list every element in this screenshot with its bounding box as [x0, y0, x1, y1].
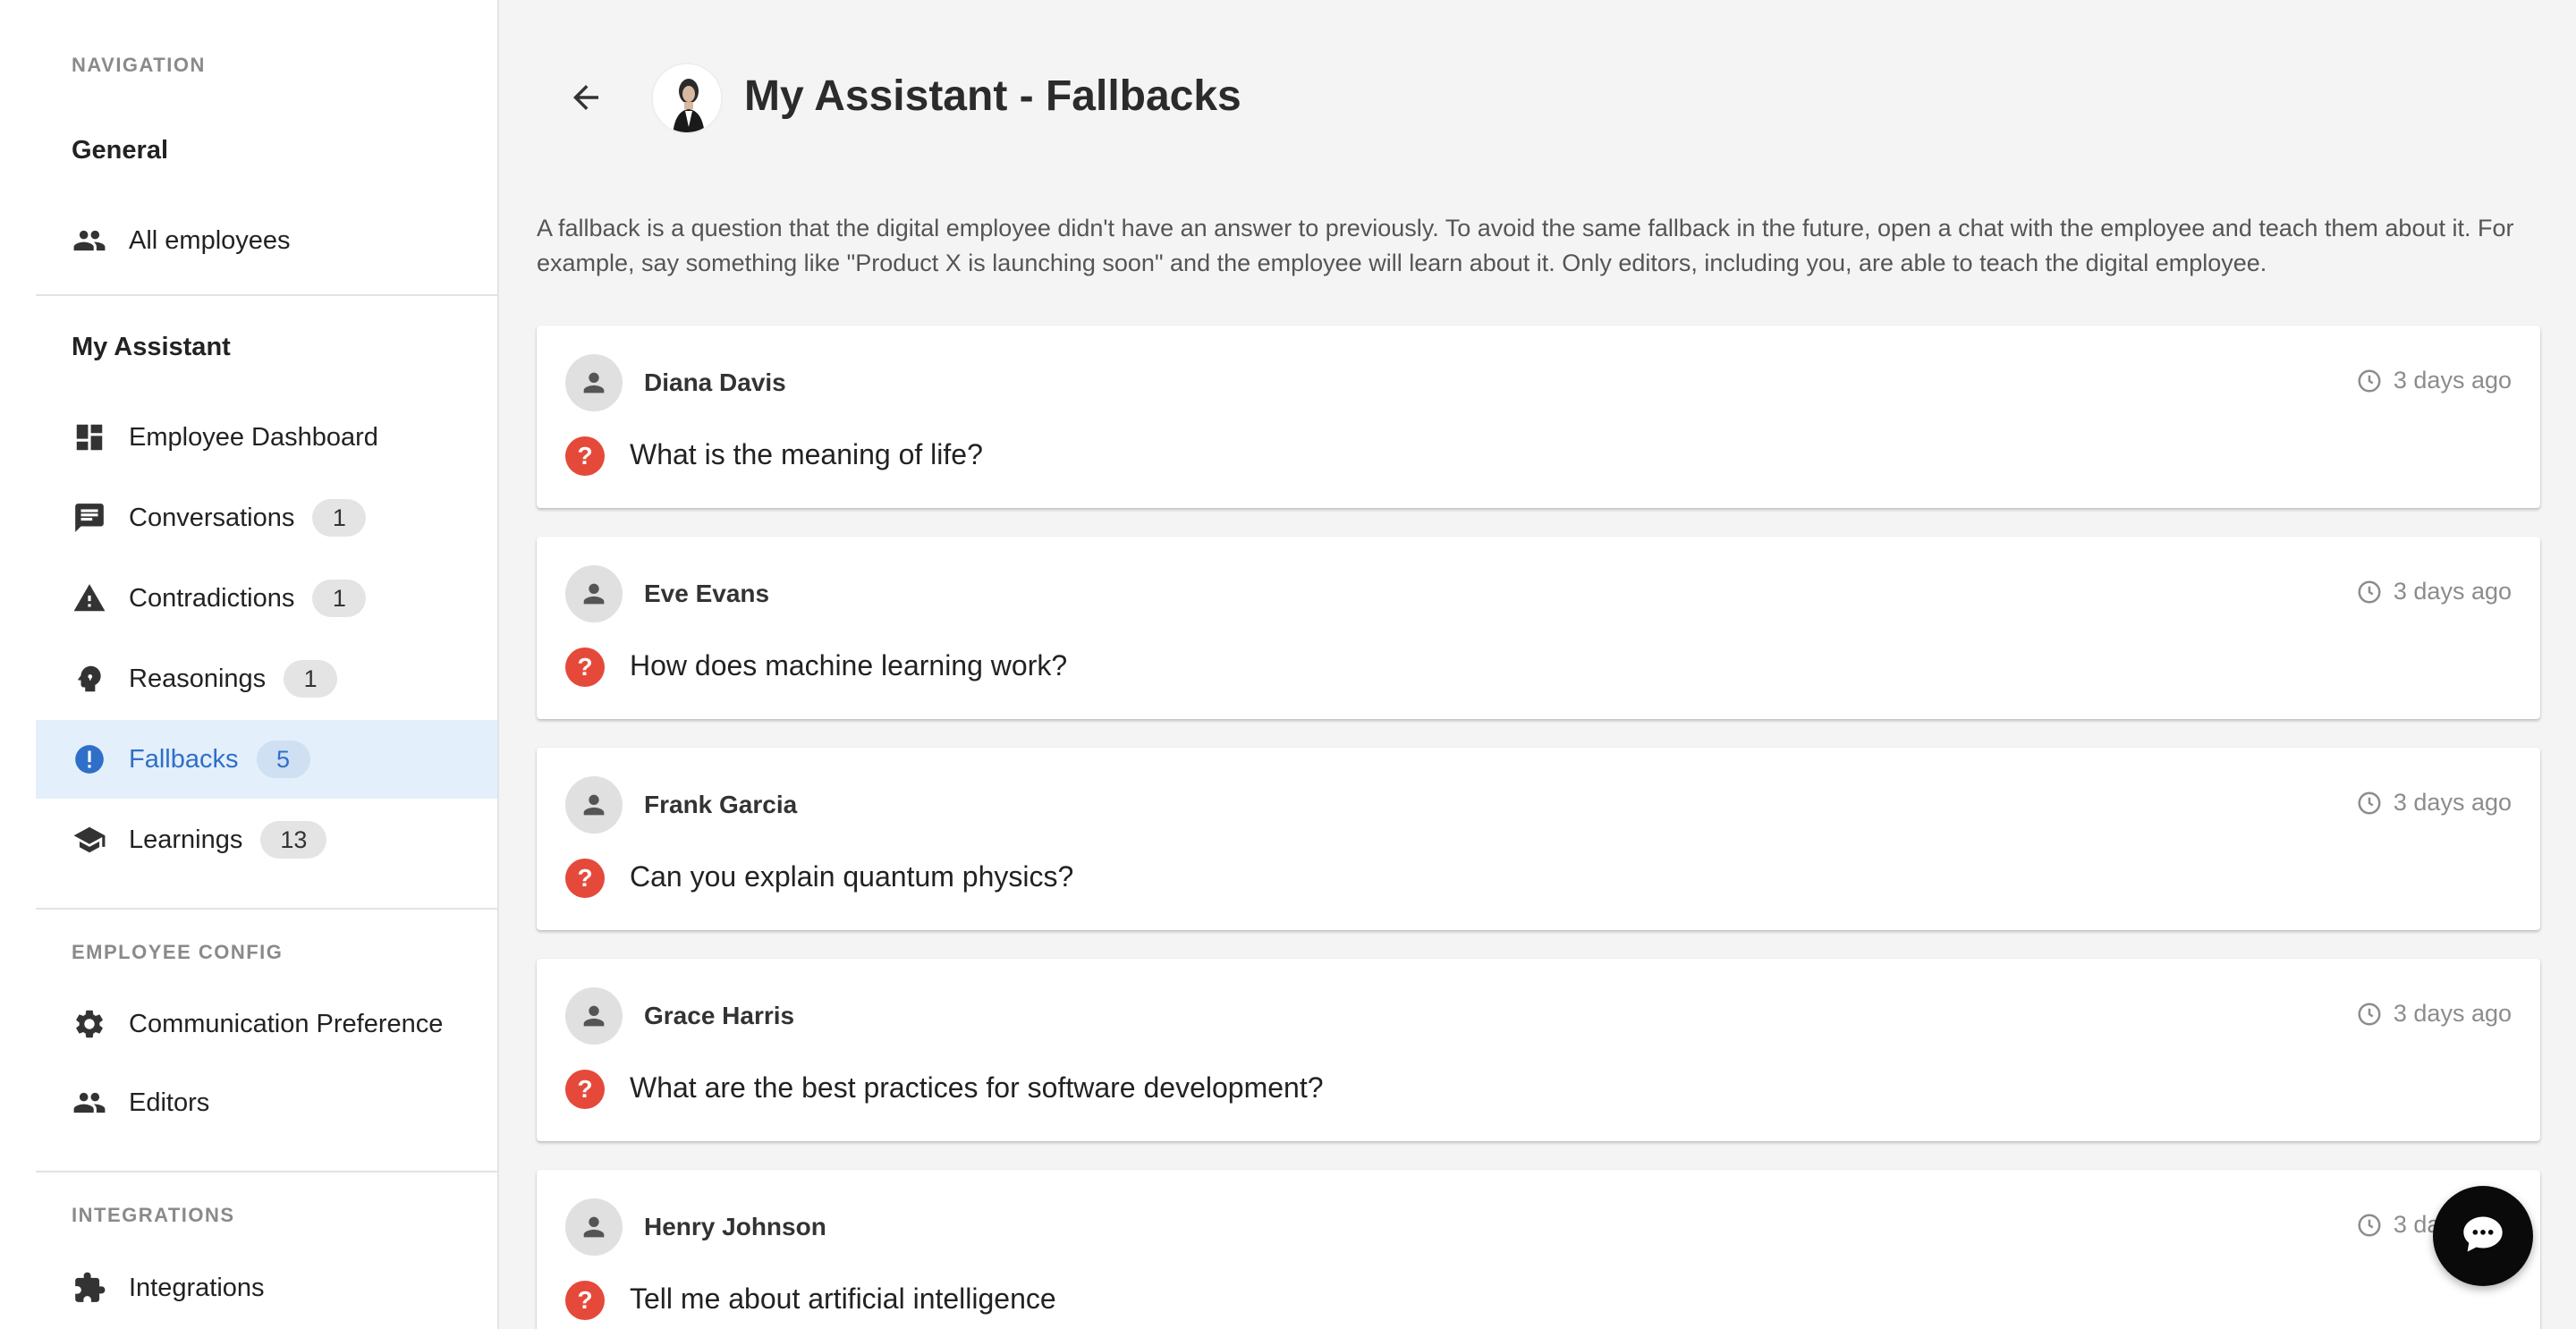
brain-icon	[72, 661, 107, 697]
sidebar-item-communication-preference[interactable]: Communication Preference	[36, 985, 497, 1063]
sidebar-item-label: Editors	[129, 1088, 210, 1117]
person-icon	[583, 794, 605, 816]
sidebar-item-editors[interactable]: Editors	[36, 1063, 497, 1142]
avatar	[565, 354, 623, 411]
fallback-question: What are the best practices for software…	[630, 1071, 1324, 1104]
sidebar-item-label: All employees	[129, 225, 291, 255]
dashboard-icon	[72, 419, 107, 455]
person-icon	[583, 583, 605, 605]
sidebar-item-label: Employee Dashboard	[129, 422, 378, 452]
sidebar-item-contradictions[interactable]: Contradictions 1	[36, 559, 497, 638]
fallback-card[interactable]: Henry Johnson 3 days ago ? Tell me about…	[537, 1170, 2540, 1329]
clock-icon	[2358, 1214, 2381, 1236]
person-icon	[583, 1005, 605, 1027]
sidebar-item-integrations[interactable]: Integrations	[36, 1249, 497, 1327]
fallback-card[interactable]: Eve Evans 3 days ago ? How does machine …	[537, 537, 2540, 719]
sidebar-item-label: Fallbacks	[129, 744, 239, 774]
sidebar-item-all-employees[interactable]: All employees	[36, 201, 497, 280]
main-content: My Assistant - Fallbacks A fallback is a…	[501, 0, 2576, 1329]
fallback-question: Can you explain quantum physics?	[630, 860, 1074, 893]
count-badge: 1	[312, 499, 367, 537]
fallback-question: How does machine learning work?	[630, 649, 1068, 681]
time-text: 3 days ago	[2393, 789, 2512, 816]
puzzle-icon	[72, 1270, 107, 1306]
fallback-card[interactable]: Frank Garcia 3 days ago ? Can you explai…	[537, 748, 2540, 930]
timestamp: 3 days ago	[2356, 367, 2512, 394]
person-icon	[583, 1216, 605, 1238]
divider	[36, 908, 497, 910]
time-text: 3 days ago	[2393, 578, 2512, 605]
avatar	[565, 776, 623, 834]
fallback-question: Tell me about artificial intelligence	[630, 1282, 1056, 1315]
back-button[interactable]	[555, 68, 617, 131]
chat-bubble-icon	[2460, 1211, 2506, 1262]
avatar	[565, 1198, 623, 1256]
timestamp: 3 days ago	[2356, 789, 2512, 817]
question-icon: ?	[565, 436, 605, 476]
gear-icon	[72, 1006, 107, 1042]
clock-icon	[2358, 1003, 2381, 1025]
user-name: Diana Davis	[644, 368, 786, 396]
sidebar-item-conversations[interactable]: Conversations 1	[36, 478, 497, 557]
user-name: Eve Evans	[644, 580, 770, 607]
timestamp: 3 days ago	[2356, 1000, 2512, 1028]
user-name: Frank Garcia	[644, 791, 798, 818]
sidebar-item-employee-dashboard[interactable]: Employee Dashboard	[36, 398, 497, 477]
question-icon: ?	[565, 859, 605, 898]
people-icon	[72, 1085, 107, 1121]
question-icon: ?	[565, 1070, 605, 1109]
page-description: A fallback is a question that the digita…	[537, 215, 2514, 276]
divider	[36, 294, 497, 296]
graduation-cap-icon	[72, 822, 107, 858]
time-text: 3 days ago	[2393, 1000, 2512, 1027]
person-icon	[583, 372, 605, 394]
sidebar-item-fallbacks[interactable]: Fallbacks 5	[36, 720, 497, 799]
sidebar-item-label: Conversations	[129, 503, 295, 532]
people-icon	[72, 223, 107, 258]
time-text: 3 days ago	[2393, 367, 2512, 394]
count-badge: 5	[256, 741, 310, 778]
user-name: Henry Johnson	[644, 1213, 826, 1240]
avatar	[565, 987, 623, 1045]
sidebar-item-label: Reasonings	[129, 664, 267, 693]
sidebar-item-label: Communication Preference	[129, 1009, 444, 1038]
fallback-question: What is the meaning of life?	[630, 438, 983, 470]
count-badge: 1	[284, 660, 338, 698]
divider	[36, 1171, 497, 1172]
clock-icon	[2358, 369, 2381, 392]
employee-config-heading: EMPLOYEE CONFIG	[72, 941, 284, 963]
clock-icon	[2358, 580, 2381, 603]
integrations-heading: INTEGRATIONS	[72, 1204, 235, 1226]
navigation-heading: NAVIGATION	[72, 54, 206, 76]
sidebar-item-label: Integrations	[129, 1273, 265, 1302]
app-root: NAVIGATION General All employees My Assi…	[0, 0, 2576, 1329]
count-badge: 1	[312, 580, 367, 617]
sidebar-item-learnings[interactable]: Learnings 13	[36, 800, 497, 879]
assistant-avatar	[651, 63, 723, 134]
warning-icon	[72, 580, 107, 616]
sidebar-item-label: Learnings	[129, 825, 243, 854]
sidebar: NAVIGATION General All employees My Assi…	[0, 0, 499, 1329]
general-group-title: General	[72, 136, 168, 165]
timestamp: 3 days ago	[2356, 578, 2512, 605]
sidebar-item-label: Contradictions	[129, 583, 295, 613]
chat-icon	[72, 500, 107, 536]
page-title: My Assistant - Fallbacks	[744, 72, 1241, 120]
arrow-left-icon	[567, 79, 605, 121]
count-badge: 13	[260, 821, 327, 859]
avatar	[565, 565, 623, 622]
fallback-card[interactable]: Grace Harris 3 days ago ? What are the b…	[537, 959, 2540, 1141]
question-icon: ?	[565, 648, 605, 687]
chat-fab-button[interactable]	[2433, 1186, 2533, 1286]
assistant-group-title: My Assistant	[72, 333, 231, 361]
question-icon: ?	[565, 1281, 605, 1320]
alert-circle-icon	[72, 741, 107, 777]
clock-icon	[2358, 791, 2381, 814]
fallback-card[interactable]: Diana Davis 3 days ago ? What is the mea…	[537, 326, 2540, 508]
user-name: Grace Harris	[644, 1002, 795, 1029]
sidebar-item-reasonings[interactable]: Reasonings 1	[36, 639, 497, 718]
